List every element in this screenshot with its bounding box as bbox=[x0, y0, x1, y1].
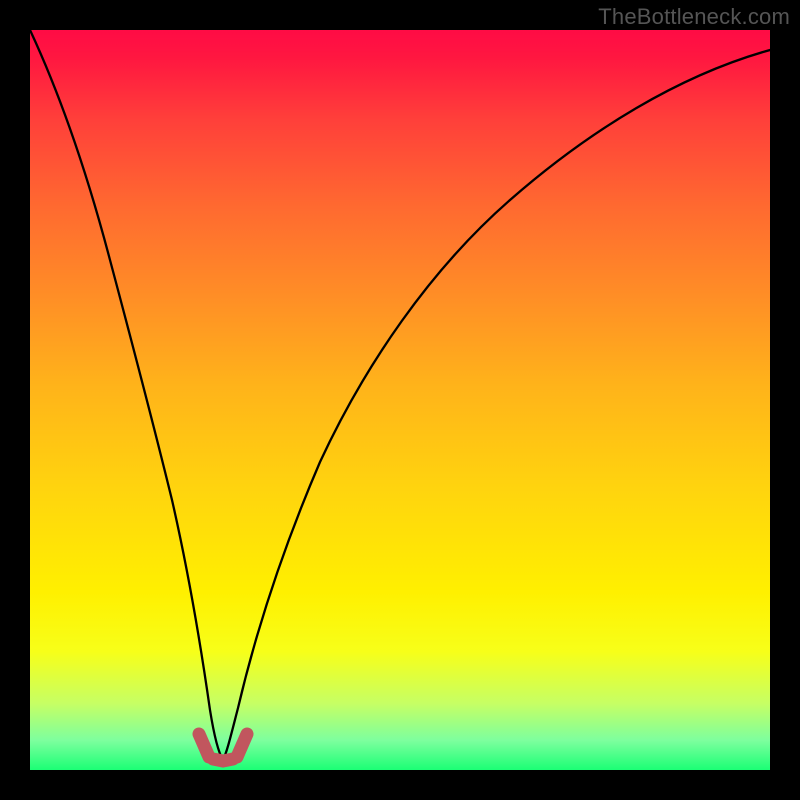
watermark-text: TheBottleneck.com bbox=[598, 4, 790, 30]
chart-frame: TheBottleneck.com bbox=[0, 0, 800, 800]
trough-marker-group bbox=[199, 734, 247, 761]
bottleneck-curve bbox=[30, 30, 770, 760]
curve-layer bbox=[30, 30, 770, 770]
trough-marker-left bbox=[199, 734, 209, 757]
plot-area bbox=[30, 30, 770, 770]
trough-marker-mid bbox=[213, 759, 233, 761]
trough-marker-right bbox=[237, 734, 247, 757]
